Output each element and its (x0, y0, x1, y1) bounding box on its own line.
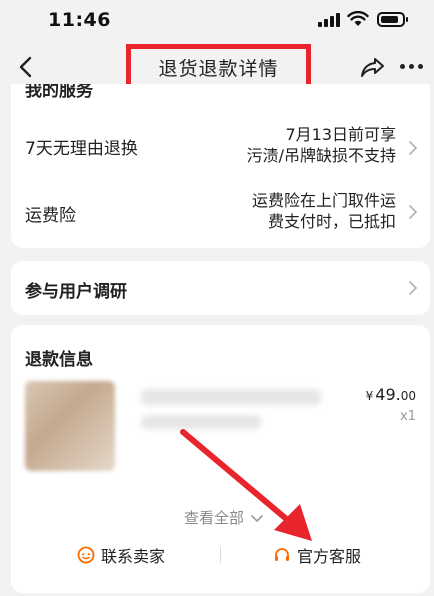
view-all-button[interactable]: 查看全部 (184, 507, 263, 528)
service-value-line: 污渍/吊牌缺损不支持 (246, 146, 396, 165)
service-row-7day-return[interactable]: 7天无理由退换 7月13日前可享 污渍/吊牌缺损不支持 (11, 108, 430, 184)
service-value-line: 7月13日前可享 (285, 125, 396, 144)
wifi-icon (347, 11, 369, 26)
status-time: 11:46 (48, 9, 111, 31)
service-label: 运费险 (25, 206, 76, 226)
survey-label: 参与用户调研 (25, 282, 127, 302)
currency-symbol: ¥ (365, 389, 374, 403)
view-all-label: 查看全部 (184, 509, 245, 527)
chat-smile-icon (77, 546, 95, 564)
page-title: 退货退款详情 (158, 57, 279, 80)
refund-section-title: 退款信息 (25, 350, 93, 370)
product-quantity: x1 (400, 409, 416, 424)
service-value-line: 费支付时，已抵扣 (267, 212, 396, 231)
headset-icon (275, 548, 289, 561)
price-decimal: 00 (400, 389, 416, 403)
survey-card[interactable]: 参与用户调研 (11, 261, 430, 315)
services-section-title: 我的服务 (25, 84, 93, 101)
product-spec-blurred (141, 415, 261, 429)
service-label: 7天无理由退换 (25, 139, 138, 159)
service-value: 运费险在上门取件运 费支付时，已抵扣 (252, 190, 396, 232)
product-thumbnail[interactable] (25, 381, 115, 471)
chevron-right-icon (409, 205, 417, 219)
status-bar: 11:46 (0, 0, 434, 40)
product-price: ¥49.00 (366, 385, 416, 404)
service-value-line: 运费险在上门取件运 (251, 191, 396, 210)
service-row-shipping-insurance[interactable]: 运费险 运费险在上门取件运 费支付时，已抵扣 (11, 182, 430, 242)
cellular-signal-icon (318, 13, 340, 27)
product-name-blurred (141, 389, 321, 405)
services-card: 我的服务 7天无理由退换 7月13日前可享 污渍/吊牌缺损不支持 运费险 运费险… (11, 84, 430, 248)
official-service-label: 官方客服 (297, 547, 362, 566)
chevron-right-icon (409, 141, 417, 155)
battery-icon (377, 12, 408, 27)
refund-info-card: 退款信息 ¥49.00 x1 查看全部 联系卖家 官方客服 (11, 325, 430, 593)
official-service-button[interactable]: 官方客服 (273, 543, 361, 567)
action-divider (220, 547, 221, 563)
back-icon[interactable] (14, 55, 38, 79)
price-integer: 49. (375, 385, 401, 404)
share-icon[interactable] (360, 55, 386, 79)
chevron-down-icon (250, 514, 263, 522)
more-icon[interactable] (400, 64, 424, 70)
contact-seller-button[interactable]: 联系卖家 (77, 543, 165, 567)
chevron-right-icon (409, 281, 417, 295)
service-value: 7月13日前可享 污渍/吊牌缺损不支持 (247, 124, 396, 166)
contact-seller-label: 联系卖家 (101, 547, 166, 566)
